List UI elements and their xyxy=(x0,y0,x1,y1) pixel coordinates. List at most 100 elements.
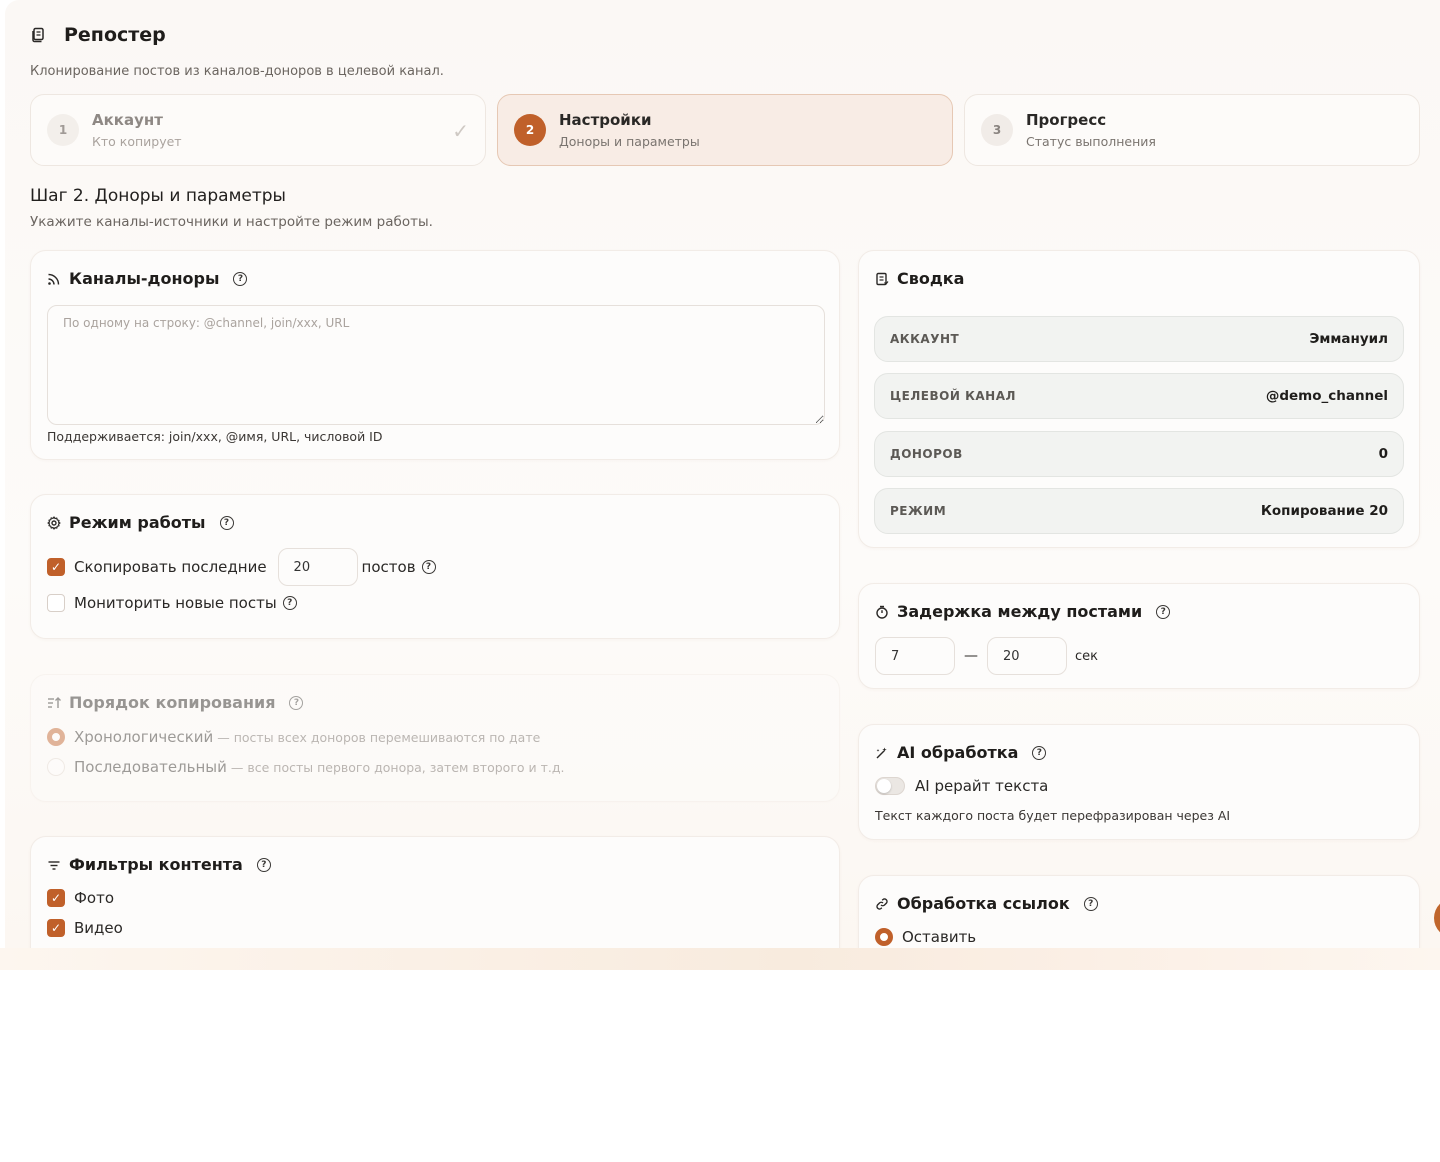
help-icon[interactable]: ? xyxy=(282,596,297,610)
ai-note: Текст каждого поста будет перефразирован… xyxy=(875,808,1231,823)
copy-last-row: ✓ Скопировать последние постов ? xyxy=(47,548,436,586)
monitor-checkbox[interactable] xyxy=(47,594,65,612)
summary-key: ЦЕЛЕВОЙ КАНАЛ xyxy=(890,389,1016,403)
filter-checkbox[interactable]: ✓ xyxy=(47,919,65,937)
option-label: Оставить xyxy=(902,928,977,946)
ai-card: AI обработка ? AI рерайт текста Текст ка… xyxy=(858,724,1420,840)
section-title: Шаг 2. Доноры и параметры xyxy=(30,186,286,206)
ai-rewrite-row: AI рерайт текста xyxy=(875,777,1048,795)
help-icon[interactable]: ? xyxy=(233,271,248,286)
copy-last-label: Скопировать последние xyxy=(74,558,267,576)
summary-card: Сводка АККАУНТ Эммануил ЦЕЛЕВОЙ КАНАЛ @d… xyxy=(858,250,1420,548)
summary-value: Копирование 20 xyxy=(1260,503,1388,519)
summary-row-target: ЦЕЛЕВОЙ КАНАЛ @demo_channel xyxy=(874,373,1404,419)
donors-card: Каналы-доноры ? Поддерживается: join/xxx… xyxy=(30,250,840,460)
app-subtitle: Клонирование постов из каналов-доноров в… xyxy=(30,64,444,79)
order-option-sequential[interactable]: Последовательный — все посты первого дон… xyxy=(47,758,564,776)
rss-icon xyxy=(47,272,61,286)
ai-rewrite-toggle[interactable] xyxy=(875,777,905,795)
delay-unit: сек xyxy=(1075,648,1098,664)
option-label: Последовательный xyxy=(74,758,227,776)
step-progress[interactable]: 3 Прогресс Статус выполнения xyxy=(964,94,1420,166)
delay-min-input[interactable] xyxy=(875,637,955,675)
filter-video: ✓ Видео xyxy=(47,919,123,937)
summary-value: Эммануил xyxy=(1309,331,1388,347)
wizard-steps: 1 Аккаунт Кто копирует ✓ 2 Настройки Дон… xyxy=(30,94,1420,166)
help-icon[interactable]: ? xyxy=(421,560,436,574)
order-card: Порядок копирования ? Хронологический — … xyxy=(30,674,840,802)
filter-label: Фото xyxy=(74,889,115,907)
option-label: Хронологический xyxy=(74,728,214,746)
card-title: AI обработка xyxy=(897,743,1019,762)
step-subtitle: Кто копирует xyxy=(92,134,182,149)
step-number: 3 xyxy=(981,114,1013,146)
filter-checkbox[interactable]: ✓ xyxy=(47,889,65,907)
step-title: Прогресс xyxy=(1026,111,1107,129)
card-title: Обработка ссылок xyxy=(897,894,1070,913)
summary-row-account: АККАУНТ Эммануил xyxy=(874,316,1404,362)
step-subtitle: Доноры и параметры xyxy=(559,134,700,149)
delay-dash: — xyxy=(964,648,978,664)
monitor-row: Мониторить новые посты ? xyxy=(47,594,297,612)
delay-max-input[interactable] xyxy=(987,637,1067,675)
step-number: 1 xyxy=(47,114,79,146)
sort-icon xyxy=(47,696,61,710)
filters-card: Фильтры контента ? ✓ Фото ✓ Видео ✓ xyxy=(30,836,840,952)
link-icon xyxy=(875,897,889,911)
summary-key: АККАУНТ xyxy=(890,332,960,346)
help-icon[interactable]: ? xyxy=(289,695,304,710)
gear-icon xyxy=(47,515,61,530)
order-option-chronological[interactable]: Хронологический — посты всех доноров пер… xyxy=(47,728,540,746)
card-title: Порядок копирования xyxy=(69,693,276,712)
radio-button[interactable] xyxy=(47,758,65,776)
card-title: Сводка xyxy=(897,269,965,288)
help-icon[interactable]: ? xyxy=(1156,604,1171,619)
summary-key: РЕЖИМ xyxy=(890,504,947,518)
summary-value: 0 xyxy=(1378,446,1388,462)
bottom-glow xyxy=(0,948,1440,970)
help-icon[interactable]: ? xyxy=(1083,896,1098,911)
help-icon[interactable]: ? xyxy=(1032,745,1047,760)
ai-rewrite-label: AI рерайт текста xyxy=(915,777,1049,795)
summary-key: ДОНОРОВ xyxy=(890,447,963,461)
help-icon[interactable]: ? xyxy=(219,515,234,530)
filter-icon xyxy=(47,858,61,872)
step-title: Настройки xyxy=(559,111,652,129)
card-title: Режим работы xyxy=(69,513,206,532)
copy-suffix-label: постов xyxy=(361,558,416,576)
delay-card: Задержка между постами ? — сек xyxy=(858,583,1420,689)
radio-button[interactable] xyxy=(47,728,65,746)
page-header: Репостер Клонирование постов из каналов-… xyxy=(30,24,444,79)
app-title: Репостер xyxy=(64,24,166,46)
magic-wand-icon xyxy=(875,746,889,760)
option-description: — все посты первого донора, затем второг… xyxy=(230,759,565,775)
card-title: Фильтры контента xyxy=(69,855,243,874)
step-subtitle: Статус выполнения xyxy=(1026,134,1156,149)
summary-row-donors: ДОНОРОВ 0 xyxy=(874,431,1404,477)
section-subtitle: Укажите каналы-источники и настройте реж… xyxy=(30,214,433,230)
copy-count-input[interactable] xyxy=(277,548,358,586)
step-settings[interactable]: 2 Настройки Доноры и параметры xyxy=(497,94,953,166)
help-icon[interactable]: ? xyxy=(256,857,271,872)
timer-icon xyxy=(875,605,889,619)
copy-icon xyxy=(30,27,46,43)
delay-row: — сек xyxy=(875,637,1098,675)
summary-value: @demo_channel xyxy=(1265,388,1388,404)
card-title: Каналы-доноры xyxy=(69,269,220,288)
donors-hint: Поддерживается: join/xxx, @имя, URL, чис… xyxy=(47,429,383,444)
option-description: — посты всех доноров перемешиваются по д… xyxy=(217,729,541,745)
card-title: Задержка между постами xyxy=(897,602,1143,621)
filter-label: Видео xyxy=(74,919,123,937)
checkmark-icon: ✓ xyxy=(452,119,469,143)
step-title: Аккаунт xyxy=(92,111,163,129)
step-account[interactable]: 1 Аккаунт Кто копирует ✓ xyxy=(30,94,486,166)
links-card: Обработка ссылок ? Оставить xyxy=(858,875,1420,952)
app-window: Репостер Клонирование постов из каналов-… xyxy=(5,0,1440,952)
filter-photo: ✓ Фото xyxy=(47,889,114,907)
summary-row-mode: РЕЖИМ Копирование 20 xyxy=(874,488,1404,534)
donors-textarea[interactable] xyxy=(47,305,825,425)
links-option-keep[interactable]: Оставить xyxy=(875,928,976,946)
radio-button[interactable] xyxy=(875,928,893,946)
monitor-label: Мониторить новые посты xyxy=(74,594,277,612)
copy-last-checkbox[interactable]: ✓ xyxy=(47,558,65,576)
